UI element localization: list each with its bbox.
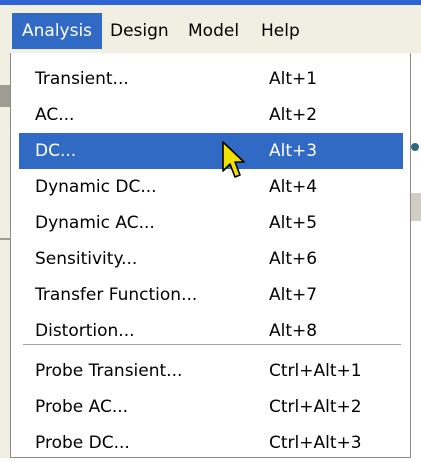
menu-item-ac[interactable]: AC... Alt+2 (19, 97, 403, 133)
analysis-dropdown-menu: Transient... Alt+1 AC... Alt+2 DC... Alt… (10, 53, 411, 458)
menu-item-label: Probe DC... (35, 433, 130, 453)
menu-separator (23, 344, 401, 346)
menu-item-shortcut: Alt+4 (269, 177, 318, 197)
menu-item-shortcut: Ctrl+Alt+1 (269, 361, 362, 381)
menu-item-shortcut: Alt+3 (269, 141, 318, 161)
menu-item-shortcut: Ctrl+Alt+2 (269, 397, 362, 417)
menu-item-transient[interactable]: Transient... Alt+1 (19, 61, 403, 97)
menu-help[interactable]: Help (251, 13, 310, 49)
menu-item-transfer-function[interactable]: Transfer Function... Alt+7 (19, 277, 403, 313)
menu-analysis[interactable]: Analysis (12, 13, 103, 49)
background-window-left (0, 53, 10, 458)
menu-item-label: DC... (35, 141, 77, 161)
menu-item-sensitivity[interactable]: Sensitivity... Alt+6 (19, 241, 403, 277)
menu-item-probe-dc[interactable]: Probe DC... Ctrl+Alt+3 (19, 425, 403, 461)
menu-item-shortcut: Alt+5 (269, 213, 318, 233)
background-window-right (411, 53, 421, 458)
menu-item-shortcut: Ctrl+Alt+3 (269, 433, 362, 453)
menu-item-label: Transient... (35, 69, 129, 89)
menu-item-label: AC... (35, 105, 75, 125)
arrow-pointer-icon (222, 141, 245, 178)
menu-item-label: Transfer Function... (35, 285, 198, 305)
menu-item-probe-transient[interactable]: Probe Transient... Ctrl+Alt+1 (19, 353, 403, 389)
menu-item-label: Dynamic AC... (35, 213, 155, 233)
menu-bar: Analysis Design Model Help (0, 5, 421, 54)
menu-item-shortcut: Alt+7 (269, 285, 318, 305)
menu-item-dc[interactable]: DC... Alt+3 (19, 133, 403, 169)
menu-item-label: Probe Transient... (35, 361, 183, 381)
menu-item-label: Sensitivity... (35, 249, 138, 269)
menu-model[interactable]: Model (178, 13, 249, 49)
menu-item-shortcut: Alt+1 (269, 69, 318, 89)
menu-item-label: Dynamic DC... (35, 177, 157, 197)
menu-design[interactable]: Design (100, 13, 179, 49)
menu-item-dynamic-dc[interactable]: Dynamic DC... Alt+4 (19, 169, 403, 205)
menu-item-probe-ac[interactable]: Probe AC... Ctrl+Alt+2 (19, 389, 403, 425)
menu-item-shortcut: Alt+6 (269, 249, 318, 269)
menu-item-dynamic-ac[interactable]: Dynamic AC... Alt+5 (19, 205, 403, 241)
menu-item-label: Probe AC... (35, 397, 129, 417)
menu-item-shortcut: Alt+2 (269, 105, 318, 125)
